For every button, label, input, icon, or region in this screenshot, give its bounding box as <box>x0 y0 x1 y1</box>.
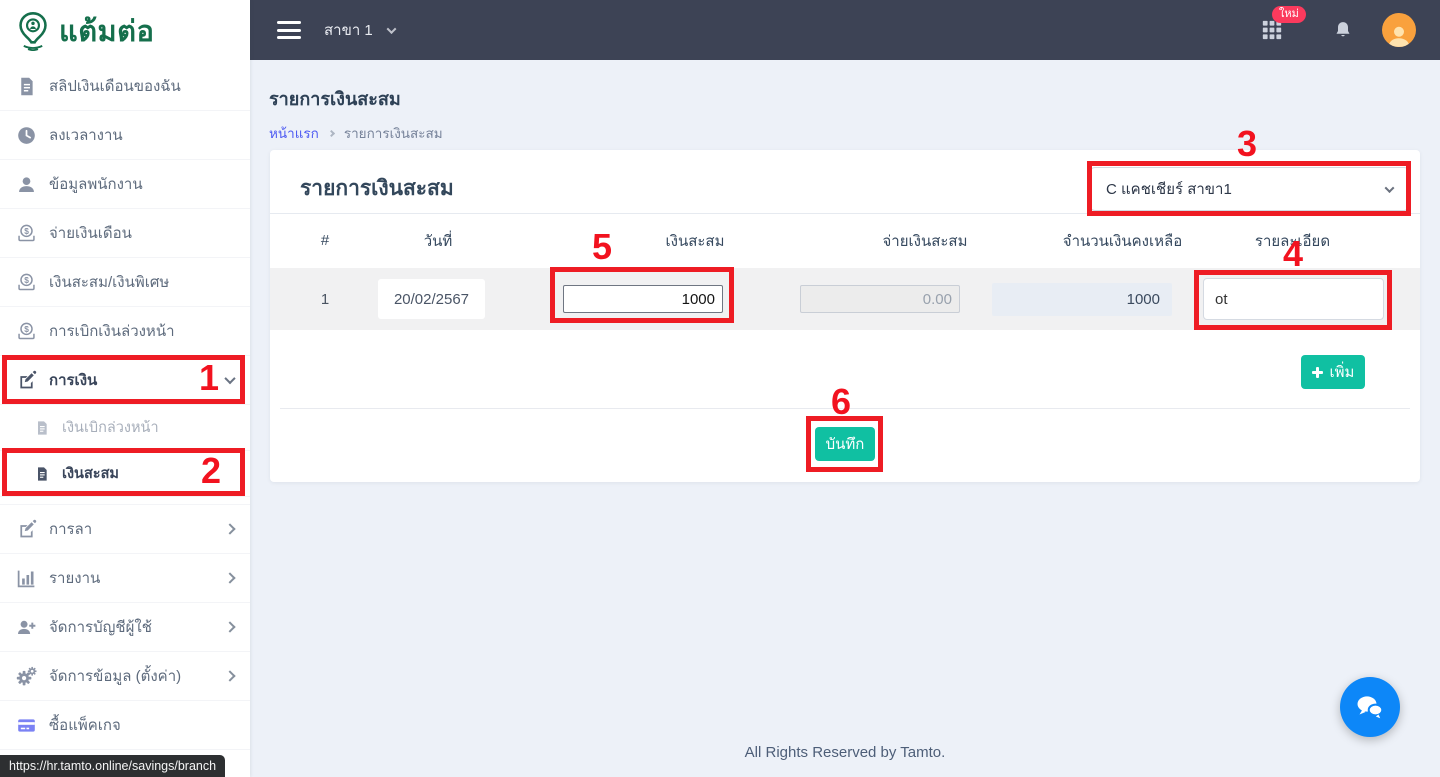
plus-icon <box>1311 366 1323 378</box>
sidebar-item-employee-data[interactable]: ข้อมูลพนักงาน <box>0 160 250 209</box>
new-badge: ใหม่ <box>1272 6 1306 23</box>
sidebar-item-payroll[interactable]: จ่ายเงินเดือน <box>0 209 250 258</box>
chart-icon <box>16 568 37 589</box>
pay-amount-input <box>800 285 960 313</box>
main-content: รายการเงินสะสม หน้าแรก รายการเงินสะสม รา… <box>250 60 1440 777</box>
branch-label: สาขา 1 <box>324 22 373 39</box>
savings-amount-input[interactable] <box>563 285 723 313</box>
notifications-bell-icon[interactable] <box>1333 19 1353 41</box>
sidebar-item-label: ซื้อแพ็คเกจ <box>49 717 121 734</box>
employee-select[interactable]: C แคชเชียร์ สาขา1 <box>1089 167 1410 211</box>
chevron-right-icon <box>224 670 236 682</box>
sidebar-subitem-savings[interactable]: เงินสะสม <box>0 451 250 497</box>
sidebar-item-label: เงินเบิกล่วงหน้า <box>62 420 159 436</box>
sidebar-item-settings[interactable]: จัดการข้อมูล (ตั้งค่า) <box>0 652 250 701</box>
sidebar-item-finance[interactable]: การเงิน <box>0 356 250 405</box>
nav-divider <box>0 497 250 505</box>
row-index: 1 <box>320 290 330 308</box>
file-icon <box>16 76 37 97</box>
card-title: รายการเงินสะสม <box>300 177 454 200</box>
col-header-date: วันที่ <box>423 232 453 250</box>
page-header: รายการเงินสะสม หน้าแรก รายการเงินสะสม <box>269 84 443 144</box>
detail-input[interactable] <box>1203 278 1384 320</box>
sidebar-nav: สลิปเงินเดือนของฉัน ลงเวลางาน ข้อมูลพนัก… <box>0 62 250 750</box>
sidebar-subitem-advance-money[interactable]: เงินเบิกล่วงหน้า <box>0 405 250 451</box>
status-bar-url: https://hr.tamto.online/savings/branch <box>0 755 226 777</box>
sidebar-item-savings-special[interactable]: เงินสะสม/เงินพิเศษ <box>0 258 250 307</box>
coin-icon <box>16 223 37 244</box>
coin-icon <box>16 321 37 342</box>
avatar-person-icon <box>1386 23 1412 47</box>
sidebar-item-label: จ่ายเงินเดือน <box>49 225 132 242</box>
sidebar: แต้มต่อ สลิปเงินเดือนของฉัน ลงเวลางาน ข้… <box>0 0 250 777</box>
chevron-down-icon <box>1384 182 1395 193</box>
table-row: 1 1000 <box>270 268 1420 330</box>
sidebar-item-label: รายงาน <box>49 570 101 587</box>
breadcrumb: หน้าแรก รายการเงินสะสม <box>269 122 443 144</box>
chat-fab[interactable] <box>1340 677 1400 737</box>
coin-icon <box>16 272 37 293</box>
date-input[interactable] <box>378 279 485 319</box>
savings-card: รายการเงินสะสม C แคชเชียร์ สาขา1 # วันที… <box>270 150 1420 482</box>
page-title: รายการเงินสะสม <box>269 89 401 109</box>
topbar: สาขา 1 ใหม่ <box>250 0 1440 60</box>
sidebar-item-user-accounts[interactable]: จัดการบัญชีผู้ใช้ <box>0 603 250 652</box>
col-header-pay: จ่ายเงินสะสม <box>882 232 968 250</box>
edit-icon <box>16 519 37 540</box>
save-button[interactable]: บันทึก <box>815 427 875 461</box>
sidebar-item-buy-package[interactable]: ซื้อแพ็คเกจ <box>0 701 250 750</box>
balance-cell: 1000 <box>992 283 1172 316</box>
brand-pin-icon <box>16 11 50 51</box>
gear-icon <box>16 666 37 687</box>
sidebar-item-label: สลิปเงินเดือนของฉัน <box>49 78 181 95</box>
sidebar-item-advance-withdrawal[interactable]: การเบิกเงินล่วงหน้า <box>0 307 250 356</box>
chevron-down-icon <box>386 23 397 34</box>
divider <box>280 408 1410 409</box>
user-icon <box>16 174 37 195</box>
chevron-right-icon <box>327 129 335 137</box>
file-icon <box>34 420 50 436</box>
sidebar-item-label: จัดการข้อมูล (ตั้งค่า) <box>49 668 182 685</box>
edit-icon <box>16 370 37 391</box>
col-header-savings: เงินสะสม <box>665 232 725 250</box>
col-header-detail: รายละเอียด <box>1254 232 1331 250</box>
col-header-balance: จำนวนเงินคงเหลือ <box>1062 232 1183 250</box>
clock-icon <box>16 125 37 146</box>
sidebar-item-label: ข้อมูลพนักงาน <box>49 176 143 193</box>
sidebar-item-label: ลงเวลางาน <box>49 127 123 144</box>
chevron-right-icon <box>224 572 236 584</box>
sidebar-item-my-payslip[interactable]: สลิปเงินเดือนของฉัน <box>0 62 250 111</box>
chat-bubbles-icon <box>1353 691 1387 723</box>
chevron-right-icon <box>224 523 236 535</box>
user-avatar[interactable] <box>1382 13 1416 47</box>
credit-card-icon <box>16 715 37 736</box>
sidebar-item-label: การเบิกเงินล่วงหน้า <box>49 323 175 340</box>
sidebar-item-label: การลา <box>49 521 93 538</box>
sidebar-item-label: เงินสะสม/เงินพิเศษ <box>49 274 170 291</box>
chevron-right-icon <box>224 621 236 633</box>
employee-select-value: C แคชเชียร์ สาขา1 <box>1106 181 1232 198</box>
branch-selector[interactable]: สาขา 1 <box>324 0 397 60</box>
file-icon <box>34 466 50 482</box>
sidebar-item-reports[interactable]: รายงาน <box>0 554 250 603</box>
user-plus-icon <box>16 617 37 638</box>
menu-toggle-icon[interactable] <box>277 21 301 39</box>
app-screen: แต้มต่อ สลิปเงินเดือนของฉัน ลงเวลางาน ข้… <box>0 0 1440 777</box>
save-button-label: บันทึก <box>825 436 865 453</box>
breadcrumb-home-link[interactable]: หน้าแรก <box>269 122 319 144</box>
sidebar-item-label: การเงิน <box>49 372 98 389</box>
chevron-down-icon <box>224 372 236 385</box>
footer-copyright: All Rights Reserved by Tamto. <box>744 744 946 761</box>
brand-logo[interactable]: แต้มต่อ <box>0 0 250 62</box>
breadcrumb-current: รายการเงินสะสม <box>343 126 443 141</box>
brand-name: แต้มต่อ <box>59 16 155 48</box>
add-button-label: เพิ่ม <box>1329 364 1355 381</box>
col-header-index: # <box>320 232 330 249</box>
sidebar-item-time-clock[interactable]: ลงเวลางาน <box>0 111 250 160</box>
sidebar-item-label: จัดการบัญชีผู้ใช้ <box>49 619 152 636</box>
sidebar-item-label: เงินสะสม <box>62 466 119 482</box>
sidebar-item-leave[interactable]: การลา <box>0 505 250 554</box>
add-button[interactable]: เพิ่ม <box>1301 355 1365 389</box>
